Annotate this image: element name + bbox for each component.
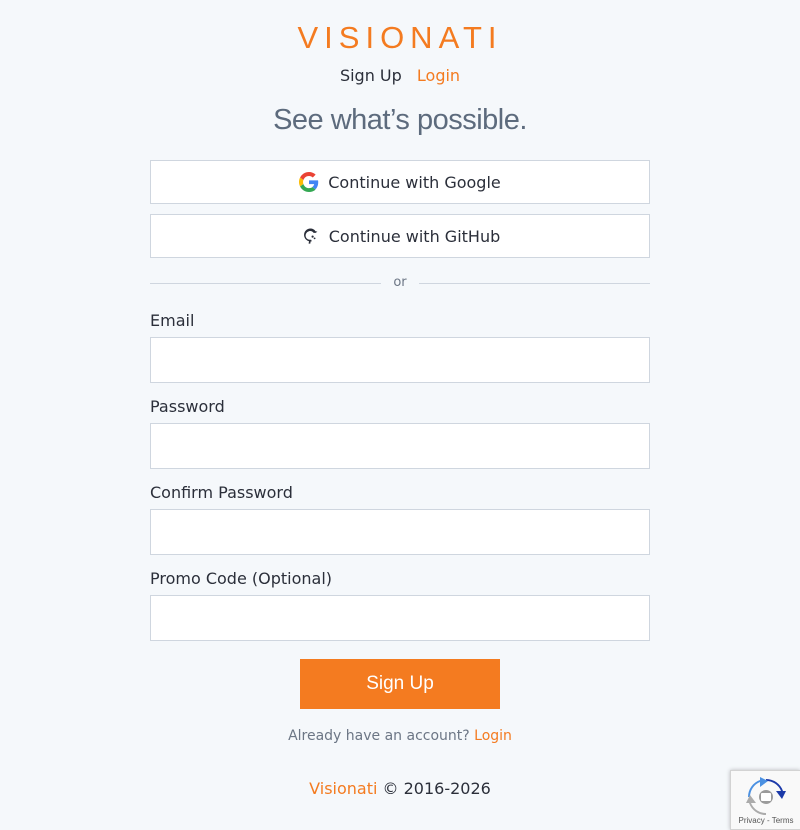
footer-brand-link[interactable]: Visionati: [309, 779, 377, 798]
account-prompt: Already have an account? Login: [0, 728, 800, 744]
account-prompt-text: Already have an account?: [288, 728, 470, 744]
email-label: Email: [150, 311, 195, 330]
continue-with-google-button[interactable]: Continue with Google: [150, 160, 650, 204]
confirm-password-label: Confirm Password: [150, 483, 293, 502]
password-field[interactable]: [150, 423, 650, 469]
or-divider: or: [150, 275, 650, 293]
top-nav: Sign Up Login: [0, 66, 800, 85]
github-button-label: Continue with GitHub: [328, 226, 501, 246]
email-field[interactable]: [150, 337, 650, 383]
footer: Visionati © 2016-2026: [0, 779, 800, 798]
signup-link[interactable]: Sign Up: [340, 66, 402, 85]
github-icon: [300, 226, 320, 246]
confirm-password-field[interactable]: [150, 509, 650, 555]
login-bottom-link[interactable]: Login: [474, 728, 512, 744]
page-title: See what’s possible.: [273, 104, 527, 136]
password-label: Password: [150, 397, 225, 416]
recaptcha-badge[interactable]: Privacy - Terms: [730, 770, 800, 830]
login-link[interactable]: Login: [417, 66, 460, 85]
recaptcha-icon: [746, 777, 786, 817]
signup-button[interactable]: Sign Up: [300, 659, 500, 709]
google-button-label: Continue with Google: [328, 172, 501, 192]
promo-code-label: Promo Code (Optional): [150, 569, 333, 588]
google-icon: [299, 172, 319, 192]
recaptcha-text[interactable]: Privacy - Terms: [731, 816, 800, 825]
logo[interactable]: VISIONATI: [0, 20, 800, 56]
promo-code-field[interactable]: [150, 595, 650, 641]
footer-copyright: © 2016-2026: [382, 779, 491, 798]
continue-with-github-button[interactable]: Continue with GitHub: [150, 214, 650, 258]
divider-line-right: [419, 283, 650, 284]
